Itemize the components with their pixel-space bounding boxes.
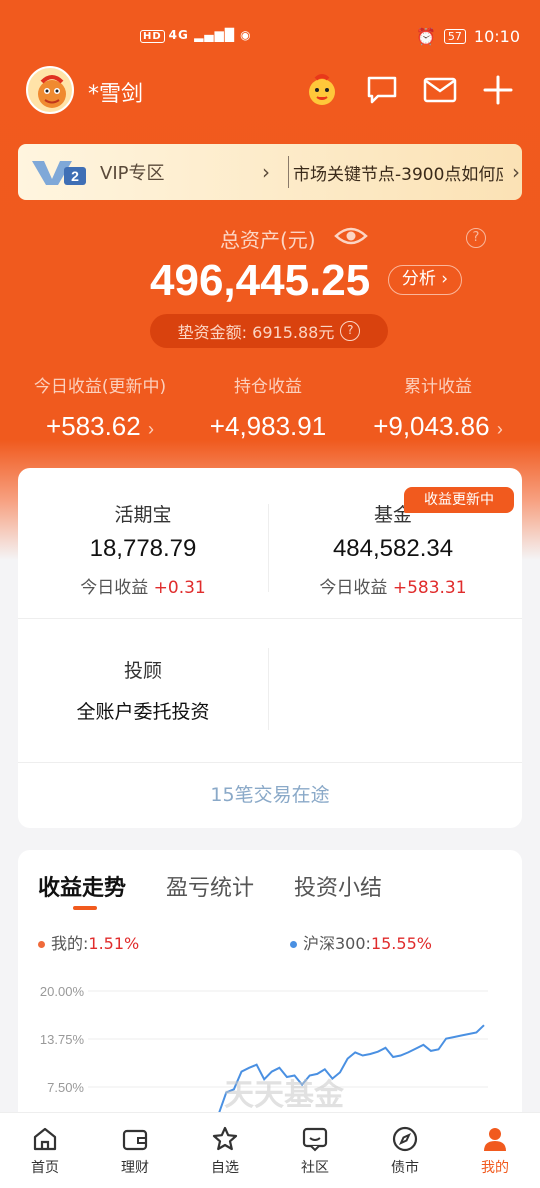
avatar[interactable]: [26, 66, 74, 114]
huoqibao-today-label: 今日收益: [80, 578, 149, 598]
today-earnings[interactable]: 今日收益(更新中) +583.62 ›: [10, 372, 190, 442]
tab-bond-market-label: 债市: [391, 1160, 419, 1176]
legend-mine: 我的:1.51%: [38, 930, 139, 954]
legend-mine-label: 我的:: [51, 934, 89, 953]
today-earnings-label: 今日收益(更新中): [33, 377, 167, 397]
pending-trades-link[interactable]: 15笔交易在途: [18, 780, 522, 807]
clock: 10:10: [473, 27, 520, 46]
legend-index-value: 15.55%: [370, 934, 432, 953]
market-news-link[interactable]: 市场关键节点-3900点如何应对？: [293, 160, 503, 185]
hotspot-icon: ◉: [240, 28, 252, 42]
fund-section[interactable]: 基金 484,582.34 今日收益 +583.31: [268, 500, 518, 598]
analyze-button[interactable]: 分析 ›: [388, 265, 462, 295]
tab-wealth-label: 理财: [121, 1160, 149, 1176]
help-icon[interactable]: ?: [466, 228, 486, 248]
legend-index: 沪深300:15.55%: [290, 930, 432, 954]
total-asset-label: 总资产(元): [220, 228, 316, 252]
tab-profit-loss[interactable]: 盈亏统计: [166, 870, 254, 902]
network-indicator: HD 4G ▂▄▆█ ◉: [140, 28, 252, 43]
advance-amount[interactable]: 垫资金额: 6915.88元 ?: [150, 314, 388, 348]
today-earnings-value: +583.62: [46, 411, 141, 441]
tab-investment-summary[interactable]: 投资小结: [294, 870, 382, 902]
status-badge: 收益更新中: [404, 487, 514, 513]
y-tick-label: 20.00%: [40, 984, 85, 999]
bottom-tab-bar: 首页 理财 自选 社区 债市 我的: [0, 1112, 540, 1188]
chevron-right-icon: ›: [496, 419, 503, 439]
tab-community-label: 社区: [301, 1160, 329, 1176]
y-tick-label: 13.75%: [40, 1032, 85, 1047]
tab-watchlist[interactable]: 自选: [180, 1125, 270, 1177]
eye-icon[interactable]: [334, 222, 368, 250]
holding-earnings-value: +4,983.91: [209, 411, 327, 441]
tab-wealth[interactable]: 理财: [90, 1125, 180, 1177]
message-icon[interactable]: [362, 70, 402, 110]
alarm-icon: ⏰: [415, 27, 436, 46]
fund-today-value: +583.31: [392, 578, 467, 598]
advisor-desc: 全账户委托投资: [76, 701, 210, 723]
active-tab-indicator: [73, 906, 97, 910]
tab-earnings-trend[interactable]: 收益走势: [38, 870, 126, 902]
wallet-icon: [122, 1129, 148, 1151]
advance-amount-text: 垫资金额: 6915.88元: [177, 323, 335, 342]
tab-bond-market[interactable]: 债市: [360, 1125, 450, 1177]
huoqibao-today-value: +0.31: [153, 578, 206, 598]
cumulative-earnings-value: +9,043.86: [373, 411, 490, 441]
star-icon: [212, 1126, 238, 1151]
vip-arrow-icon: ›: [262, 160, 270, 184]
advisor-section[interactable]: 投顾 全账户委托投资: [18, 656, 268, 724]
status-bar: HD 4G ▂▄▆█ ◉ ⏰ 57 10:10: [0, 0, 540, 76]
total-asset-value: 496,445.25: [150, 256, 371, 305]
divider: [268, 648, 269, 730]
cumulative-earnings-label: 累计收益: [404, 377, 472, 397]
compass-icon: [392, 1126, 418, 1152]
username[interactable]: *雪剑: [88, 76, 143, 108]
legend-dot-icon: [290, 941, 297, 948]
divider: [18, 762, 522, 763]
chat-icon: [302, 1127, 328, 1152]
holding-earnings[interactable]: 持仓收益 +4,983.91: [178, 372, 358, 442]
tab-watchlist-label: 自选: [211, 1160, 239, 1176]
vip-label[interactable]: VIP专区: [100, 159, 164, 185]
tab-mine-label: 我的: [481, 1160, 509, 1176]
tab-home[interactable]: 首页: [0, 1125, 90, 1177]
legend-mine-value: 1.51%: [88, 934, 140, 953]
huoqibao-title: 活期宝: [114, 504, 172, 526]
mail-icon[interactable]: [420, 70, 460, 110]
signal-icon: ▂▄▆█: [194, 28, 235, 42]
divider: [288, 156, 289, 188]
add-icon[interactable]: [478, 70, 518, 110]
chevron-right-icon: ›: [147, 419, 154, 439]
vip-banner[interactable]: 2 VIP专区 › 市场关键节点-3900点如何应对？ ›: [18, 144, 522, 200]
product-card: 活期宝 18,778.79 今日收益 +0.31 基金 484,582.34 今…: [18, 468, 522, 828]
legend-dot-icon: [38, 941, 45, 948]
battery-indicator: 57: [443, 29, 466, 44]
holding-earnings-label: 持仓收益: [234, 377, 302, 397]
person-icon: [484, 1128, 506, 1151]
earnings-summary: 今日收益(更新中) +583.62 › 持仓收益 +4,983.91 累计收益 …: [0, 372, 540, 452]
mascot-icon[interactable]: [302, 70, 342, 110]
network-type: 4G: [168, 28, 189, 42]
vip-level-icon: 2: [32, 161, 86, 185]
advisor-title: 投顾: [123, 660, 162, 682]
advance-help-icon[interactable]: ?: [340, 321, 361, 341]
svg-text:2: 2: [71, 168, 79, 184]
tab-community[interactable]: 社区: [270, 1125, 360, 1177]
y-tick-label: 7.50%: [47, 1080, 84, 1095]
legend-index-label: 沪深300:: [303, 934, 371, 953]
fund-today-label: 今日收益: [319, 578, 388, 598]
tab-home-label: 首页: [31, 1160, 59, 1176]
news-arrow-icon: ›: [512, 160, 520, 184]
huoqibao-amount: 18,778.79: [89, 535, 197, 562]
home-icon: [33, 1127, 57, 1151]
watermark: 天天基金: [224, 1078, 344, 1113]
hd-badge: HD: [140, 30, 165, 43]
tab-mine[interactable]: 我的: [450, 1125, 540, 1177]
fund-amount: 484,582.34: [332, 535, 454, 562]
divider: [18, 618, 522, 619]
cumulative-earnings[interactable]: 累计收益 +9,043.86 ›: [348, 372, 528, 442]
huoqibao-section[interactable]: 活期宝 18,778.79 今日收益 +0.31: [18, 500, 268, 598]
